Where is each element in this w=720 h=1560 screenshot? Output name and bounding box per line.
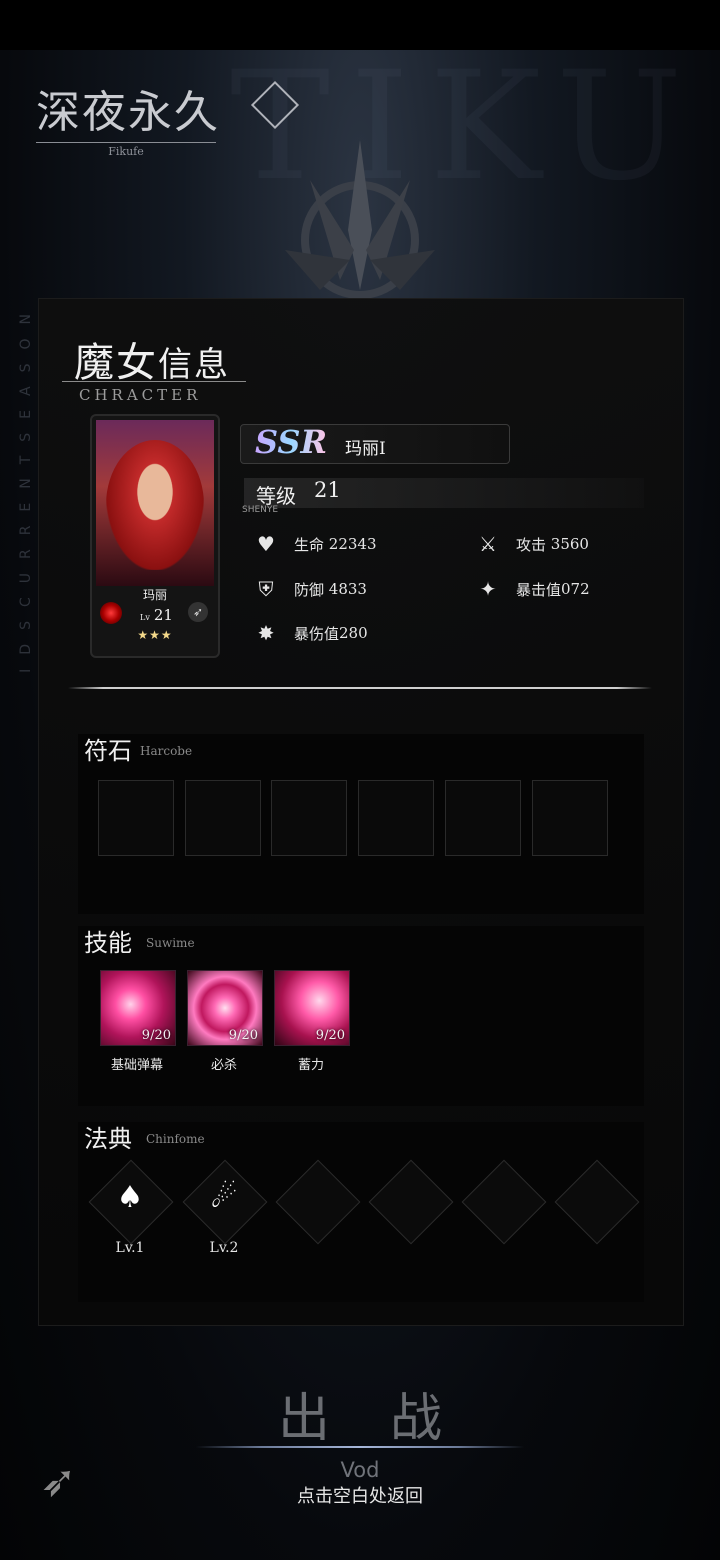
skill-count: 9/20 [141,1028,171,1043]
stat-attack: ⚔ 攻击 3560 [476,532,589,556]
vod-label: Vod [340,1458,380,1482]
card-lv-label: Lv [140,613,150,622]
feather-icon: ➶ [188,602,208,622]
skill-charge[interactable]: 9/20 [274,970,350,1046]
battle-button[interactable]: 出战 [0,1376,720,1451]
stat-hp: ♥ 生命 22343 [254,532,377,556]
tome-level: Lv.2 [209,1240,239,1256]
rune-title: 符石 [84,737,132,765]
game-logo: 深夜永久 Fikufe [36,76,300,158]
logo-subtitle: Fikufe [108,145,144,158]
back-hint[interactable]: 点击空白处返回 [0,1482,720,1508]
tome-subtitle: Chinfome [146,1132,205,1146]
ghost-flame-icon: ♠ [116,1180,144,1215]
rune-slot-5[interactable] [445,780,521,856]
skill-name: 基础弹幕 [110,1058,163,1073]
title-underline [62,381,246,382]
card-level: Lv 21 [140,606,173,624]
panel-subtitle: CHRACTER [79,386,202,404]
stat-crit-damage-value: 280 [339,624,368,642]
skill-name: 必杀 [210,1058,237,1073]
stat-hp-label: 生命 [294,535,325,554]
stat-attack-value: 3560 [550,535,589,553]
stat-crit-damage: ✸ 暴伤值 280 [254,621,368,645]
logo-title: 深夜永久 [36,87,220,138]
stat-crit: ✦ 暴击值 072 [476,577,590,601]
skill-title: 技能 [84,929,132,957]
rune-slot-2[interactable] [185,780,261,856]
rune-slot-4[interactable] [358,780,434,856]
sword-icon: ⚔ [479,532,497,556]
skill-count: 9/20 [315,1028,345,1043]
crown-emblem-icon [285,140,435,299]
hero-tag: SHENYE [242,505,279,515]
stat-crit-label: 暴击值 [516,580,562,599]
character-card[interactable]: 玛丽 Lv 21 ➶ ★★★ [90,414,220,658]
level-bar [244,478,644,508]
hero-name: 玛丽I [345,439,386,459]
panel-title-suffix: 信息 [158,345,230,385]
stat-crit-damage-label: 暴伤值 [294,624,340,643]
skill-ultimate[interactable]: 9/20 [187,970,263,1046]
card-level-value: 21 [153,606,173,624]
level-value: 21 [314,478,341,502]
tome-title: 法典 [84,1125,132,1153]
rune-slot-3[interactable] [271,780,347,856]
card-name: 玛丽 [142,588,167,602]
panel-title: 魔女信息 [74,330,230,388]
rarity-badge: SSR [255,423,328,461]
character-portrait [96,420,214,586]
stat-crit-value: 072 [561,580,590,598]
card-stars: ★★★ [137,628,173,642]
skill-subtitle: Suwime [146,936,195,950]
rune-slot-6[interactable] [532,780,608,856]
crit-damage-icon: ✸ [257,621,275,645]
section-divider [68,687,652,689]
crit-icon: ✦ [479,577,497,601]
shield-icon: ⛨ [258,577,274,601]
comet-icon: ☄ [210,1180,238,1215]
stat-attack-label: 攻击 [516,535,547,554]
tome-level: Lv.1 [115,1240,145,1256]
heart-icon: ♥ [257,532,275,556]
panel-title-main: 魔女 [74,340,158,386]
element-swirl-icon [100,602,122,624]
skill-name: 蓄力 [297,1058,324,1073]
stat-defense-label: 防御 [294,580,325,599]
battle-underline [196,1446,524,1448]
hero-name-bar: SSR 玛丽I [240,423,510,464]
skill-count: 9/20 [228,1028,258,1043]
quill-icon[interactable]: ➶ [40,1456,92,1520]
stat-defense-value: 4833 [328,580,367,598]
skill-basic-barrage[interactable]: 9/20 [100,970,176,1046]
rune-slot-1[interactable] [98,780,174,856]
stat-defense: ⛨ 防御 4833 [254,577,367,601]
side-deco-text: IDSCURRENTSEASON [18,300,34,673]
stat-hp-value: 22343 [328,535,377,553]
rune-subtitle: Harcobe [140,744,193,758]
logo-underline [36,142,216,143]
